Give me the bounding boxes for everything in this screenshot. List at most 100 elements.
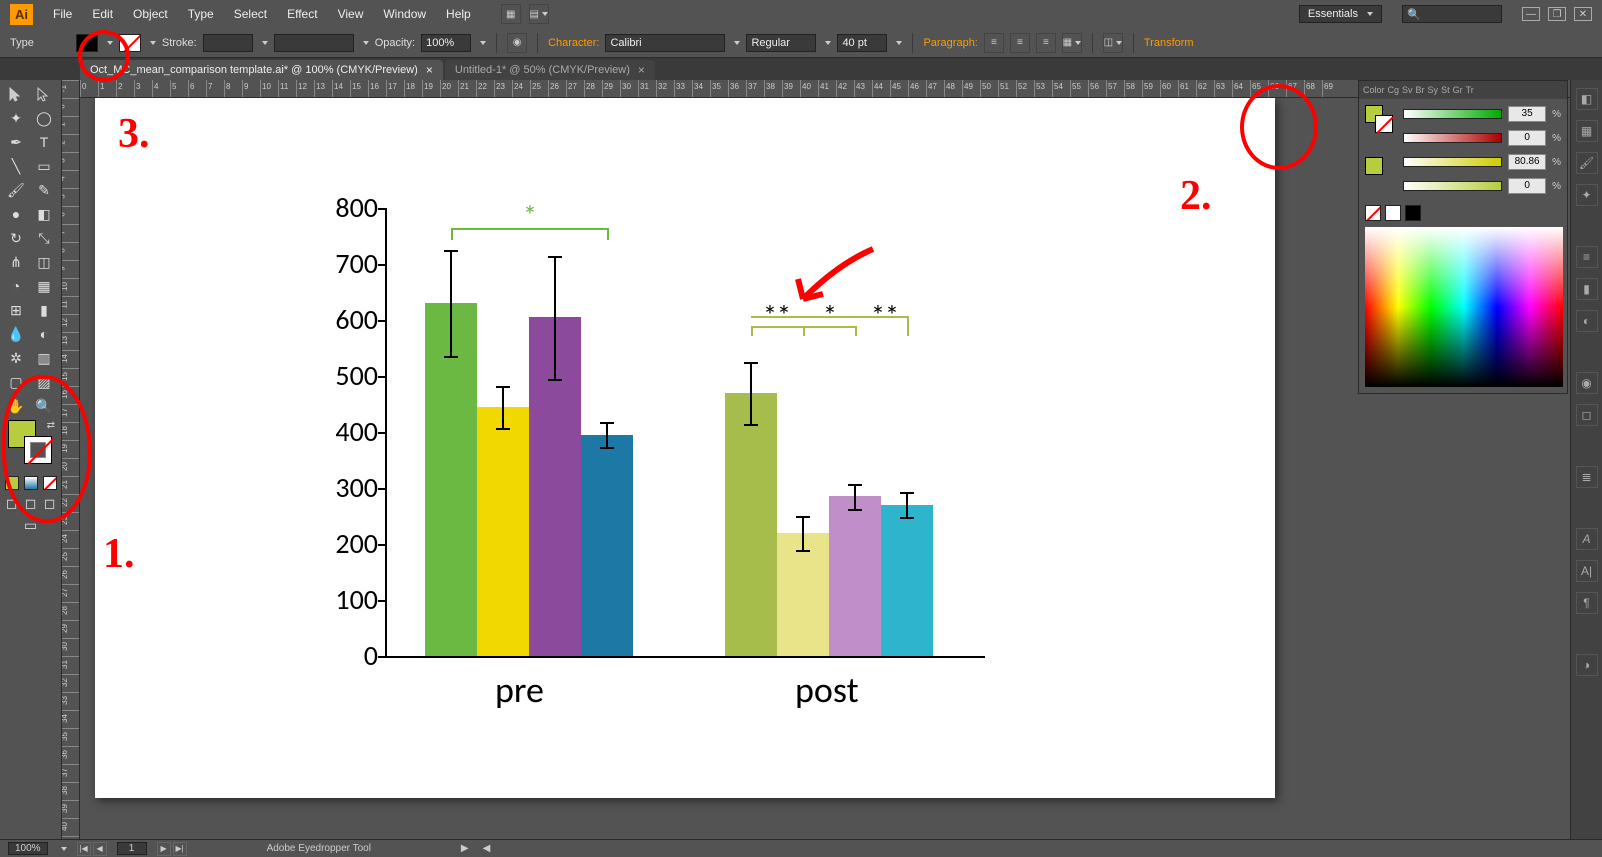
brush-input[interactable] bbox=[274, 34, 354, 52]
stroke-panel-icon[interactable]: ≡ bbox=[1576, 246, 1598, 268]
menu-select[interactable]: Select bbox=[224, 7, 277, 21]
align-right-icon[interactable]: ≡ bbox=[1036, 33, 1056, 53]
fill-swatch[interactable] bbox=[76, 34, 98, 52]
menu-window[interactable]: Window bbox=[373, 7, 436, 21]
pencil-tool[interactable]: ✎ bbox=[30, 178, 58, 202]
eyedropper-tool[interactable]: 💧 bbox=[2, 322, 30, 346]
menu-file[interactable]: File bbox=[43, 7, 82, 21]
tab-document-2[interactable]: Untitled-1* @ 50% (CMYK/Preview) × bbox=[445, 60, 655, 80]
first-artboard-icon[interactable]: |◀ bbox=[77, 842, 91, 856]
draw-behind-icon[interactable]: ◻ bbox=[22, 494, 40, 512]
selection-tool[interactable] bbox=[2, 82, 30, 106]
recolor-icon[interactable]: ◉ bbox=[507, 33, 527, 53]
align-center-icon[interactable]: ≡ bbox=[1010, 33, 1030, 53]
direct-selection-tool[interactable] bbox=[30, 82, 58, 106]
color-mode-icon[interactable] bbox=[5, 476, 19, 490]
gradient-panel-icon[interactable]: ▮ bbox=[1576, 278, 1598, 300]
next-artboard-icon[interactable]: ▶ bbox=[157, 842, 171, 856]
panel-tab[interactable]: Br bbox=[1416, 85, 1425, 95]
paintbrush-tool[interactable]: 🖌 bbox=[2, 178, 30, 202]
layers-panel-icon[interactable]: ≣ bbox=[1576, 466, 1598, 488]
panel-tab[interactable]: Sv bbox=[1402, 85, 1413, 95]
prev-artboard-icon[interactable]: ◀ bbox=[93, 842, 107, 856]
transform-label[interactable]: Transform bbox=[1144, 37, 1194, 49]
secondary-swatch[interactable] bbox=[1365, 157, 1383, 175]
transform-btn-icon[interactable]: ◫ bbox=[1103, 33, 1123, 53]
free-transform-tool[interactable]: ◫ bbox=[30, 250, 58, 274]
appearance-panel-icon[interactable]: ◉ bbox=[1576, 372, 1598, 394]
tab-document-1[interactable]: Oct_MC_mean_comparison template.ai* @ 10… bbox=[80, 60, 443, 80]
mesh-tool[interactable]: ⊞ bbox=[2, 298, 30, 322]
menu-type[interactable]: Type bbox=[178, 7, 224, 21]
panel-tab[interactable]: Gr bbox=[1453, 85, 1463, 95]
maximize-button[interactable]: ❐ bbox=[1548, 7, 1566, 21]
paragraph-panel-icon[interactable]: A| bbox=[1576, 560, 1598, 582]
font-size-input[interactable]: 40 pt bbox=[837, 34, 887, 52]
c-slider[interactable] bbox=[1403, 109, 1502, 119]
character-panel-icon[interactable]: A bbox=[1576, 528, 1598, 550]
swatches-panel-icon[interactable]: ▦ bbox=[1576, 120, 1598, 142]
arrange-icon[interactable]: ▤ bbox=[529, 4, 549, 24]
panel-tab[interactable]: Tr bbox=[1466, 85, 1474, 95]
blob-brush-tool[interactable]: ● bbox=[2, 202, 30, 226]
align-dropdown-icon[interactable]: ▦ bbox=[1062, 33, 1082, 53]
graph-tool[interactable]: ▥ bbox=[30, 346, 58, 370]
menu-edit[interactable]: Edit bbox=[82, 7, 123, 21]
opentype-panel-icon[interactable]: ¶ bbox=[1576, 592, 1598, 614]
slice-tool[interactable]: ▨ bbox=[30, 370, 58, 394]
transparency-panel-icon[interactable]: ◐ bbox=[1576, 310, 1598, 332]
k-slider[interactable] bbox=[1403, 181, 1502, 191]
close-icon[interactable]: × bbox=[426, 63, 433, 77]
eraser-tool[interactable]: ◧ bbox=[30, 202, 58, 226]
blend-tool[interactable]: ◐ bbox=[30, 322, 58, 346]
draw-normal-icon[interactable]: ◻ bbox=[3, 494, 21, 512]
m-slider[interactable] bbox=[1403, 133, 1502, 143]
swap-fill-stroke-icon[interactable]: ⇄ bbox=[47, 420, 55, 431]
perspective-tool[interactable]: ▦ bbox=[30, 274, 58, 298]
opacity-input[interactable]: 100% bbox=[421, 34, 471, 52]
paragraph-label[interactable]: Paragraph: bbox=[923, 37, 977, 49]
pen-tool[interactable]: ✒ bbox=[2, 130, 30, 154]
artboard-number[interactable]: 1 bbox=[117, 842, 147, 855]
magic-wand-tool[interactable]: ✦ bbox=[2, 106, 30, 130]
type-tool[interactable]: T bbox=[30, 130, 58, 154]
bridge-icon[interactable]: ▦ bbox=[501, 4, 521, 24]
last-artboard-icon[interactable]: ▶| bbox=[173, 842, 187, 856]
width-tool[interactable]: ⋔ bbox=[2, 250, 30, 274]
font-style-input[interactable]: Regular bbox=[746, 34, 816, 52]
panel-tab-color[interactable]: Color bbox=[1363, 85, 1385, 95]
y-value[interactable]: 80.86 bbox=[1508, 154, 1546, 170]
line-tool[interactable]: ╲ bbox=[2, 154, 30, 178]
none-swatch[interactable] bbox=[1365, 205, 1381, 221]
panel-tab[interactable]: Sy bbox=[1428, 85, 1439, 95]
color-spectrum[interactable] bbox=[1365, 227, 1563, 387]
y-slider[interactable] bbox=[1403, 157, 1502, 167]
character-label[interactable]: Character: bbox=[548, 37, 599, 49]
menu-object[interactable]: Object bbox=[123, 7, 178, 21]
menu-effect[interactable]: Effect bbox=[277, 7, 327, 21]
workspace-switcher[interactable]: Essentials bbox=[1299, 5, 1382, 23]
menu-view[interactable]: View bbox=[328, 7, 374, 21]
close-button[interactable]: ✕ bbox=[1574, 7, 1592, 21]
panel-fill-stroke[interactable] bbox=[1365, 105, 1395, 135]
m-value[interactable]: 0 bbox=[1508, 130, 1546, 146]
minimize-button[interactable]: — bbox=[1522, 7, 1540, 21]
gradient-tool[interactable]: ▮ bbox=[30, 298, 58, 322]
gradient-mode-icon[interactable] bbox=[24, 476, 38, 490]
panel-tab[interactable]: St bbox=[1441, 85, 1450, 95]
screen-mode-icon[interactable]: ▭ bbox=[17, 516, 45, 534]
stroke-swatch[interactable] bbox=[119, 34, 141, 52]
artboard-tool[interactable]: ▢ bbox=[2, 370, 30, 394]
panel-tab[interactable]: Cg bbox=[1388, 85, 1400, 95]
symbol-sprayer-tool[interactable]: ✲ bbox=[2, 346, 30, 370]
rotate-tool[interactable]: ↻ bbox=[2, 226, 30, 250]
rectangle-tool[interactable]: ▭ bbox=[30, 154, 58, 178]
stroke-weight-input[interactable] bbox=[203, 34, 253, 52]
scale-tool[interactable]: ⤡ bbox=[30, 226, 58, 250]
k-value[interactable]: 0 bbox=[1508, 178, 1546, 194]
white-swatch[interactable] bbox=[1385, 205, 1401, 221]
stroke-color-swatch[interactable] bbox=[24, 436, 52, 464]
draw-inside-icon[interactable]: ◻ bbox=[41, 494, 59, 512]
shape-builder-tool[interactable]: ◔ bbox=[2, 274, 30, 298]
zoom-level[interactable]: 100% bbox=[8, 842, 48, 855]
